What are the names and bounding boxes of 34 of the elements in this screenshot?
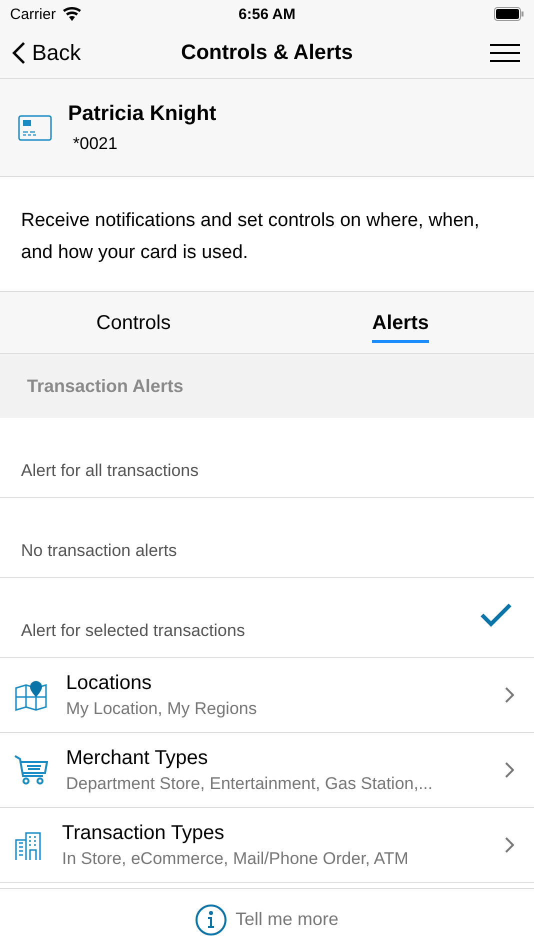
row-title: Locations [66, 672, 153, 694]
row-subtitle: Department Store, Entertainment, Gas Station,... [66, 774, 434, 794]
row-subtitle: In Store, eCommerce, Mail/Phone Order, ATM [62, 848, 410, 868]
back-button[interactable]: Back [12, 40, 81, 66]
cart-icon [14, 754, 48, 786]
page-title: Controls & Alerts [181, 41, 353, 65]
card-number: *0021 [73, 134, 118, 154]
wifi-icon [62, 7, 82, 21]
tab[interactable]: Controls [96, 306, 171, 343]
tell-me-more-link[interactable]: Tell me more [235, 909, 339, 930]
map-pin-icon [14, 678, 48, 712]
chevron-icon [504, 687, 514, 703]
chevron-icon [504, 837, 514, 853]
alert-option[interactable]: Alert for all transactions [0, 418, 534, 498]
settings-row[interactable]: Merchant Types Department Store, Entertainment, Gas Station,... [0, 733, 534, 808]
tab[interactable]: Alerts [372, 306, 429, 343]
row-subtitle: My Location, My Regions [66, 698, 258, 718]
carrier-name: Carrier [10, 6, 56, 22]
back-chevron-icon[interactable] [12, 41, 26, 65]
settings-row[interactable]: Transaction Types In Store, eCommerce, Mail/Phone Order, ATM [0, 808, 534, 883]
row-title: Merchant Types [66, 746, 209, 770]
info-icon[interactable] [195, 904, 228, 936]
settings-row[interactable]: Locations My Location, My Regions [0, 658, 534, 733]
alert-option[interactable]: Alert for selected transactions [0, 578, 534, 658]
cardholder-name: Patricia Knight [68, 102, 216, 126]
chevron-icon [504, 762, 514, 778]
clock-time: 6:56 AM [238, 6, 296, 22]
battery-icon [494, 7, 524, 21]
section-title: Transaction Alerts [27, 376, 184, 396]
alert-option[interactable]: No transaction alerts [0, 498, 534, 578]
menu-icon[interactable] [490, 44, 520, 62]
buildings-icon [14, 830, 44, 860]
row-title: Transaction Types [62, 822, 226, 844]
card-icon [18, 114, 52, 140]
